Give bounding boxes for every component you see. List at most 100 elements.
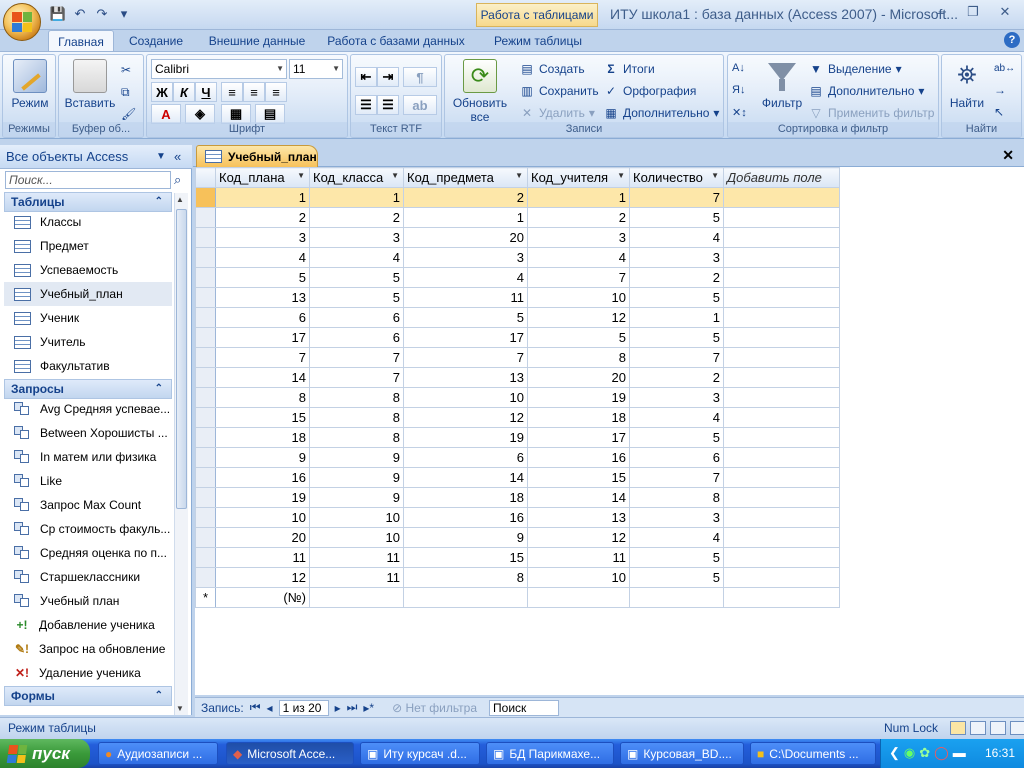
table-cell[interactable]: 5 (629, 427, 724, 448)
table-row[interactable]: 16 9 14 15 7 (195, 467, 840, 488)
nav-item-query[interactable]: Between Хорошисты ... (4, 421, 172, 445)
table-cell[interactable]: 1 (403, 207, 528, 228)
table-cell[interactable]: 7 (629, 347, 724, 368)
alt-fill-icon[interactable]: ▤ (255, 104, 285, 124)
table-cell[interactable]: 19 (527, 387, 630, 408)
tab-home[interactable]: Главная (48, 30, 114, 52)
table-cell[interactable]: 1 (629, 307, 724, 328)
underline-button[interactable]: Ч (195, 82, 217, 102)
table-cell[interactable]: 20 (403, 227, 528, 248)
table-cell[interactable]: 3 (629, 247, 724, 268)
table-cell[interactable]: 18 (527, 407, 630, 428)
column-header[interactable]: Код_плана ▼ (215, 167, 310, 188)
table-row[interactable]: 13 5 11 10 5 (195, 287, 840, 308)
tab-external-data[interactable]: Внешние данные (200, 30, 314, 52)
add-field-cell[interactable] (723, 187, 840, 208)
column-header[interactable]: Код_предмета ▼ (403, 167, 528, 188)
advanced-button[interactable]: ▤ Дополнительно ▾ (808, 82, 924, 100)
add-field-cell[interactable] (723, 487, 840, 508)
table-row[interactable]: 11 11 15 11 5 (195, 547, 840, 568)
nav-item-query[interactable]: Средняя оценка по п... (4, 541, 172, 565)
table-cell[interactable]: 5 (629, 567, 724, 588)
nav-item-classes[interactable]: Классы (4, 210, 172, 234)
chevron-down-icon[interactable]: ▼ (617, 171, 625, 180)
table-cell[interactable]: 11 (527, 547, 630, 568)
table-row[interactable]: 17 6 17 5 5 (195, 327, 840, 348)
nav-item-query[interactable]: Like (4, 469, 172, 493)
table-cell[interactable]: 4 (629, 227, 724, 248)
table-row[interactable]: 20 10 9 12 4 (195, 527, 840, 548)
nav-item-query[interactable]: In матем или физика (4, 445, 172, 469)
add-field-cell[interactable] (723, 327, 840, 348)
row-selector[interactable] (195, 207, 216, 228)
fill-color-icon[interactable]: ◈ (185, 104, 215, 124)
table-cell[interactable]: 13 (527, 507, 630, 528)
row-selector[interactable] (195, 347, 216, 368)
table-cell[interactable]: 10 (309, 527, 404, 548)
new-row-marker[interactable]: * (195, 587, 216, 608)
table-cell[interactable]: 7 (403, 347, 528, 368)
taskbar-item[interactable]: ◆ Microsoft Acce... (226, 742, 354, 765)
table-row[interactable]: 10 10 16 13 3 (195, 507, 840, 528)
language-icon[interactable]: ▬ (953, 745, 966, 761)
table-cell[interactable]: 9 (309, 487, 404, 508)
table-cell[interactable]: 9 (309, 467, 404, 488)
font-size-combo[interactable]: 11 ▼ (289, 59, 343, 79)
table-cell[interactable]: 14 (215, 367, 310, 388)
table-cell[interactable]: 5 (629, 327, 724, 348)
table-cell[interactable]: 15 (527, 467, 630, 488)
table-cell[interactable]: 3 (309, 227, 404, 248)
gridlines-icon[interactable]: ▦ (221, 104, 251, 124)
font-name-combo[interactable]: Calibri ▼ (151, 59, 287, 79)
table-cell[interactable]: 16 (527, 447, 630, 468)
add-field-cell[interactable] (723, 547, 840, 568)
taskbar-item[interactable]: ▣ Иту курсач .d... (360, 742, 480, 765)
copy-icon[interactable]: ⧉ (121, 83, 130, 101)
save-record-button[interactable]: ▥ Сохранить (519, 82, 598, 100)
table-row[interactable]: 19 9 18 14 8 (195, 487, 840, 508)
table-cell[interactable]: 19 (403, 427, 528, 448)
redo-icon[interactable]: ↷ (94, 6, 110, 22)
table-cell[interactable]: 8 (215, 387, 310, 408)
view-button[interactable]: Режим (7, 59, 53, 110)
nav-item-update-query[interactable]: ✎! Запрос на обновление (4, 637, 172, 661)
row-selector[interactable] (195, 287, 216, 308)
table-cell[interactable]: 2 (629, 367, 724, 388)
add-field-cell[interactable] (723, 407, 840, 428)
add-field-cell[interactable] (723, 387, 840, 408)
network-icon[interactable]: ◉ (904, 745, 915, 761)
table-cell[interactable]: 3 (629, 387, 724, 408)
replace-icon[interactable]: ab↔ (994, 59, 1015, 77)
nav-item-query[interactable]: Avg Средняя успевае... (4, 397, 172, 421)
table-cell[interactable]: 7 (629, 467, 724, 488)
table-cell[interactable]: 11 (215, 547, 310, 568)
nav-item-student[interactable]: Ученик (4, 306, 172, 330)
table-cell[interactable]: 3 (403, 247, 528, 268)
table-cell[interactable]: 6 (403, 447, 528, 468)
table-cell[interactable]: 2 (403, 187, 528, 208)
table-cell[interactable]: 8 (403, 567, 528, 588)
scroll-down-icon[interactable]: ▼ (176, 704, 184, 713)
sort-ascending-icon[interactable]: A↓ (732, 59, 745, 77)
row-selector[interactable] (195, 567, 216, 588)
table-row[interactable]: 14 7 13 20 2 (195, 367, 840, 388)
nav-item-append-query[interactable]: +! Добавление ученика (4, 613, 172, 637)
table-row[interactable]: 55472 (195, 267, 840, 288)
nav-item-query[interactable]: Учебный план (4, 589, 172, 613)
row-selector[interactable] (195, 447, 216, 468)
nav-item-delete-query[interactable]: ✕! Удаление ученика (4, 661, 172, 685)
table-cell[interactable]: 4 (629, 527, 724, 548)
table-cell[interactable]: 6 (309, 327, 404, 348)
table-cell[interactable]: 7 (629, 187, 724, 208)
row-selector[interactable] (195, 547, 216, 568)
nav-scroll-thumb[interactable] (176, 209, 187, 509)
new-record-row[interactable]: * (№) (195, 587, 840, 608)
nav-pane-header[interactable]: Все объекты Access ▼ « (0, 145, 192, 169)
add-field-header[interactable]: Добавить поле (723, 167, 840, 188)
table-cell[interactable]: 13 (215, 287, 310, 308)
new-blank-record-icon[interactable]: ▸* (363, 701, 374, 715)
taskbar-item[interactable]: ▣ Курсовая_BD.... (620, 742, 744, 765)
column-header[interactable]: Код_учителя ▼ (527, 167, 630, 188)
nav-item-query[interactable]: Ср стоимость факуль... (4, 517, 172, 541)
row-selector[interactable] (195, 327, 216, 348)
